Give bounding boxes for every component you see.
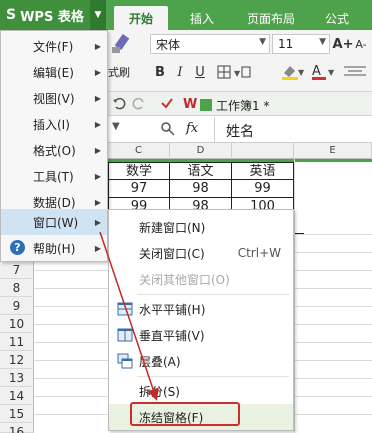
menu-item-format[interactable]: 格式(O) ▶ [1, 137, 107, 163]
name-box-dropdown-icon[interactable]: ▼ [112, 121, 120, 132]
menu-item-help[interactable]: ? 帮助(H) ▶ [1, 235, 107, 261]
chevron-right-icon: ▶ [94, 197, 101, 207]
column-header-d[interactable]: D [170, 143, 232, 159]
menu-item-close-other-windows: 关闭其他窗口(O) [139, 272, 230, 287]
tab-home[interactable]: 开始 [114, 6, 168, 30]
tab-page-layout[interactable]: 页面布局 [236, 6, 306, 30]
italic-button[interactable]: I [172, 62, 188, 82]
menu-item-tile-horizontal[interactable]: 水平平铺(H) [109, 296, 293, 322]
menu-item-cascade[interactable]: 层叠(A) [109, 348, 293, 374]
chevron-right-icon: ▶ [94, 171, 101, 181]
app-name: WPS 表格 [20, 9, 84, 25]
tab-formula[interactable]: 公式 [312, 6, 362, 30]
chevron-right-icon: ▶ [94, 93, 101, 103]
zoom-icon[interactable] [160, 121, 176, 140]
row-header[interactable]: 11 [0, 333, 34, 351]
window-submenu: 新建窗口(N) 关闭窗口(C) Ctrl+W 关闭其他窗口(O) 水平平铺(H) … [108, 209, 294, 431]
row-header[interactable]: 13 [0, 369, 34, 387]
menu-item-tools[interactable]: 工具(T) ▶ [1, 163, 107, 189]
row-header[interactable]: 8 [0, 279, 34, 297]
table-cell[interactable]: 98 [170, 180, 232, 198]
svg-text:▼: ▼ [328, 68, 335, 77]
formula-input[interactable]: 姓名 [226, 121, 254, 141]
row-header[interactable]: 7 [0, 261, 34, 279]
row-header[interactable]: 12 [0, 351, 34, 369]
table-header-cell[interactable]: 语文 [170, 162, 232, 180]
svg-text:A: A [312, 64, 321, 79]
table-cell[interactable]: 99 [232, 180, 294, 198]
redo-icon[interactable] [132, 96, 146, 113]
menu-item-file[interactable]: 文件(F) ▶ [1, 33, 107, 59]
align-icon[interactable] [340, 62, 370, 82]
wps-logo-icon: S [6, 7, 17, 23]
row-header[interactable]: 15 [0, 405, 34, 423]
help-icon: ? [10, 240, 25, 255]
format-painter-icon[interactable] [108, 32, 134, 60]
column-header-e-partial[interactable] [232, 143, 294, 159]
chevron-down-icon: ▼ [319, 37, 326, 47]
tile-vertical-icon [117, 328, 133, 342]
menu-item-close-window[interactable]: 关闭窗口(C) Ctrl+W [109, 240, 293, 266]
menu-item-insert[interactable]: 插入(I) ▶ [1, 111, 107, 137]
tab-insert[interactable]: 插入 [176, 6, 228, 30]
table-header-cell[interactable]: 数学 [108, 162, 170, 180]
chevron-right-icon: ▶ [94, 243, 101, 253]
undo-icon[interactable] [112, 96, 126, 113]
row-header[interactable]: 14 [0, 387, 34, 405]
font-color-icon[interactable]: A ▼ [310, 62, 336, 82]
menu-item-window[interactable]: 窗口(W) ▶ [1, 209, 107, 235]
underline-button[interactable]: U [192, 62, 208, 82]
chevron-right-icon: ▶ [94, 217, 101, 227]
table-cell[interactable] [294, 216, 304, 234]
font-size-select[interactable]: 11 ▼ [272, 34, 330, 54]
svg-text:▼: ▼ [298, 68, 305, 77]
chevron-down-icon[interactable]: ▼ [90, 0, 106, 30]
wps-doc-icon: W [182, 95, 198, 114]
fill-color-icon[interactable]: ▼ [280, 62, 306, 82]
wps-menu-button[interactable]: S WPS 表格 ▼ [0, 0, 106, 30]
format-painter-label[interactable]: 式刷 [108, 64, 130, 80]
freeze-panes-highlight [130, 402, 240, 426]
document-tab[interactable]: 工作簿1 * [200, 94, 269, 116]
column-header-c[interactable]: C [108, 143, 170, 159]
wps-main-menu: 文件(F) ▶ 编辑(E) ▶ 视图(V) ▶ 插入(I) ▶ 格式(O) ▶ 工具(T)… [0, 30, 108, 262]
svg-text:▼: ▼ [234, 69, 241, 78]
chevron-right-icon: ▶ [94, 145, 101, 155]
customize-toolbar-icon[interactable] [160, 96, 174, 113]
bold-button[interactable]: B [152, 62, 168, 82]
shrink-font-button[interactable]: A- [352, 34, 370, 54]
chevron-right-icon: ▶ [94, 119, 101, 129]
menu-item-new-window[interactable]: 新建窗口(N) [109, 214, 293, 240]
svg-text:W: W [183, 97, 197, 111]
chevron-down-icon: ▼ [259, 37, 266, 47]
column-header-e[interactable]: E [294, 143, 372, 159]
table-cell[interactable]: 97 [108, 180, 170, 198]
function-icon[interactable]: fx [186, 121, 198, 136]
menu-item-tile-vertical[interactable]: 垂直平铺(V) [109, 322, 293, 348]
menu-item-split[interactable]: 拆分(S) [109, 378, 293, 404]
table-header-cell[interactable]: 英语 [232, 162, 294, 180]
menu-item-view[interactable]: 视图(V) ▶ [1, 85, 107, 111]
row-header[interactable]: 16 [0, 423, 34, 433]
border-icon[interactable]: ▼ [216, 62, 252, 82]
title-bar: S WPS 表格 ▼ 开始 插入 页面布局 公式 [0, 0, 372, 30]
chevron-right-icon: ▶ [94, 41, 101, 51]
grow-font-button[interactable]: A+ [333, 34, 354, 54]
cascade-icon [117, 353, 133, 369]
tile-horizontal-icon [117, 302, 133, 316]
chevron-right-icon: ▶ [94, 67, 101, 77]
row-header[interactable]: 10 [0, 315, 34, 333]
sheet-icon [200, 99, 212, 111]
font-name-select[interactable]: 宋体 ▼ [150, 34, 270, 54]
row-header[interactable]: 9 [0, 297, 34, 315]
menu-item-edit[interactable]: 编辑(E) ▶ [1, 59, 107, 85]
